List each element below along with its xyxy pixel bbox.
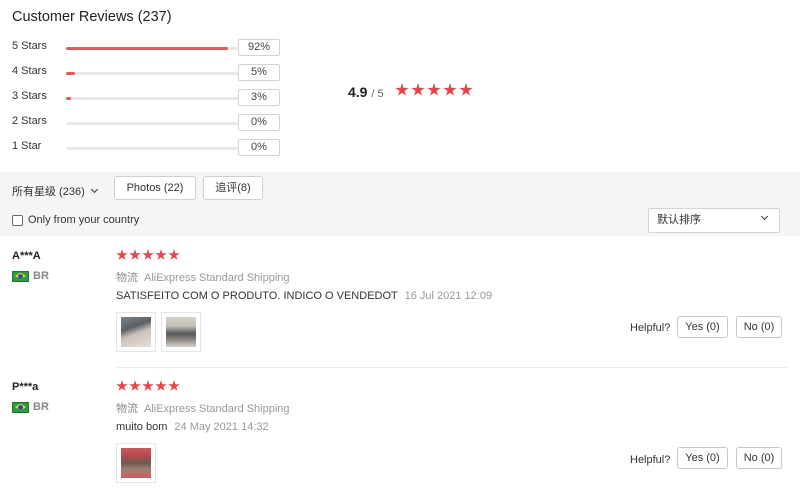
- rating-bar-fill: [66, 97, 72, 100]
- star-icon: [155, 380, 167, 391]
- photos-filter-button[interactable]: Photos (22): [114, 176, 196, 200]
- rating-percent: 3%: [238, 89, 280, 106]
- review-body: SATISFEITO COM O PRODUTO. INDICO O VENDE…: [116, 290, 398, 302]
- rating-bar-track: [66, 122, 242, 125]
- rating-bar-track: [66, 147, 242, 150]
- rating-row-3[interactable]: 3 Stars 3%: [12, 88, 292, 108]
- review-text: SATISFEITO COM O PRODUTO. INDICO O VENDE…: [116, 290, 492, 302]
- review-date: 24 May 2021 14:32: [174, 421, 269, 433]
- review-stars: [116, 249, 180, 261]
- helpful-no-button[interactable]: No (0): [736, 447, 782, 469]
- review-text: muito bom 24 May 2021 14:32: [116, 421, 269, 433]
- review-body: muito bom: [116, 421, 168, 433]
- rating-bar-track: [66, 47, 242, 50]
- star-icon: [129, 380, 141, 391]
- rating-label: 4 Stars: [12, 65, 47, 77]
- reviewer-country: BR: [12, 401, 49, 413]
- reviewer-country: BR: [12, 270, 49, 282]
- rating-bar-fill: [66, 72, 75, 75]
- rating-percent: 0%: [238, 139, 280, 156]
- rating-label: 2 Stars: [12, 115, 47, 127]
- star-icon: [395, 83, 409, 96]
- review-photo-thumbnail[interactable]: [116, 443, 156, 483]
- chevron-down-icon: [90, 185, 98, 194]
- star-icon: [142, 380, 154, 391]
- additional-reviews-button[interactable]: 追评(8): [203, 176, 263, 200]
- rating-percent: 5%: [238, 64, 280, 81]
- shipping-method: AliExpress Standard Shipping: [144, 272, 290, 284]
- reviewer-name: P***a: [12, 381, 39, 393]
- helpful-yes-button[interactable]: Yes (0): [677, 316, 728, 338]
- rating-label: 1 Star: [12, 140, 42, 152]
- rating-row-2[interactable]: 2 Stars 0%: [12, 113, 292, 133]
- country-code: BR: [33, 270, 49, 282]
- rating-percent: 92%: [238, 39, 280, 56]
- rating-bar-track: [66, 97, 242, 100]
- review-stars: [116, 380, 180, 392]
- brazil-flag-icon: [12, 401, 29, 413]
- shipping-method: AliExpress Standard Shipping: [144, 403, 290, 415]
- star-icon: [411, 83, 425, 96]
- all-ratings-dropdown[interactable]: 所有星级 (236): [12, 183, 98, 199]
- reviews-title: Customer Reviews (237): [12, 9, 172, 25]
- helpful-no-button[interactable]: No (0): [736, 316, 782, 338]
- average-value: 4.9: [348, 84, 368, 100]
- star-icon: [142, 249, 154, 260]
- sort-dropdown[interactable]: 默认排序: [648, 208, 780, 233]
- star-icon: [116, 249, 128, 260]
- brazil-flag-icon: [12, 270, 29, 282]
- star-icon: [129, 249, 141, 260]
- rating-label: 5 Stars: [12, 40, 47, 52]
- sort-label: 默认排序: [657, 214, 701, 226]
- star-icon: [168, 380, 180, 391]
- rating-row-1[interactable]: 1 Star 0%: [12, 138, 292, 158]
- shipping-info: 物流 AliExpress Standard Shipping: [116, 400, 290, 416]
- all-ratings-label: 所有星级 (236): [12, 186, 85, 198]
- reviewer-name: A***A: [12, 250, 41, 262]
- star-icon: [427, 83, 441, 96]
- average-rating: 4.9 / 5: [348, 84, 384, 100]
- only-country-toggle[interactable]: Only from your country: [12, 214, 139, 226]
- rating-label: 3 Stars: [12, 90, 47, 102]
- review-date: 16 Jul 2021 12:09: [404, 290, 493, 302]
- only-country-label: Only from your country: [28, 214, 140, 226]
- country-code: BR: [33, 401, 49, 413]
- average-out-of: / 5: [371, 88, 384, 100]
- helpful-label: Helpful?: [630, 454, 671, 466]
- star-icon: [459, 83, 473, 96]
- filter-bar: 所有星级 (236) Photos (22) 追评(8) Only from y…: [0, 172, 800, 236]
- rating-bar-track: [66, 72, 242, 75]
- average-stars: [395, 83, 473, 97]
- review-photo-thumbnail[interactable]: [116, 312, 156, 352]
- logistics-label: 物流: [116, 403, 138, 415]
- review-photo-thumbnail[interactable]: [161, 312, 201, 352]
- helpful-yes-button[interactable]: Yes (0): [677, 447, 728, 469]
- rating-bar-fill: [66, 47, 228, 50]
- star-icon: [116, 380, 128, 391]
- chevron-down-icon: [760, 212, 769, 221]
- rating-row-5[interactable]: 5 Stars 92%: [12, 38, 292, 58]
- star-icon: [155, 249, 167, 260]
- review-divider: [116, 367, 788, 368]
- rating-row-4[interactable]: 4 Stars 5%: [12, 63, 292, 83]
- helpful-label: Helpful?: [630, 322, 671, 334]
- rating-percent: 0%: [238, 114, 280, 131]
- star-icon: [443, 83, 457, 96]
- logistics-label: 物流: [116, 272, 138, 284]
- star-icon: [168, 249, 180, 260]
- shipping-info: 物流 AliExpress Standard Shipping: [116, 269, 290, 285]
- only-country-checkbox[interactable]: [12, 214, 23, 226]
